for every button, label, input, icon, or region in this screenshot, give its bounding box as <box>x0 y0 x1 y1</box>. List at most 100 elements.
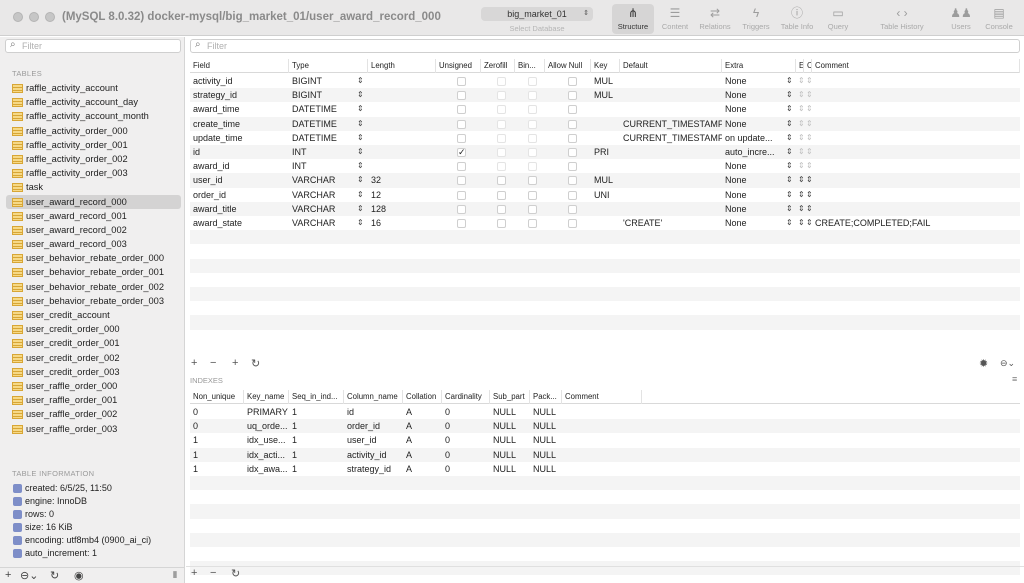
allow-null-checkbox[interactable] <box>568 105 577 115</box>
more-options-icon[interactable]: ⊖⌄ <box>20 569 38 582</box>
index-cell[interactable]: A <box>403 462 442 476</box>
extra-stepper-icon[interactable]: ⇕ <box>786 102 793 116</box>
field-length[interactable] <box>368 117 436 131</box>
index-cell[interactable]: idx_acti... <box>244 448 289 462</box>
refresh-icon[interactable]: ↻ <box>251 357 260 370</box>
sidebar-item-table[interactable]: user_award_record_002 <box>6 223 181 237</box>
index-cell[interactable]: uq_orde... <box>244 419 289 433</box>
toolbar-content-button[interactable]: ☰ Content <box>657 4 693 34</box>
collation-stepper-icon[interactable]: ⇕ <box>806 117 813 131</box>
index-cell[interactable]: NULL <box>530 448 562 462</box>
encoding-stepper-icon[interactable]: ⇕ <box>798 117 805 131</box>
add-index-button[interactable]: + <box>191 567 197 579</box>
binary-checkbox[interactable] <box>528 176 537 186</box>
type-stepper-icon[interactable]: ⇕ <box>357 102 364 116</box>
field-extra[interactable]: None <box>722 173 796 187</box>
zerofill-checkbox[interactable] <box>497 77 506 86</box>
encoding-stepper-icon[interactable]: ⇕ <box>798 145 805 159</box>
field-default[interactable]: CURRENT_TIMESTAMP <box>620 131 722 145</box>
field-field[interactable]: strategy_id <box>190 88 289 102</box>
column-header[interactable]: Zerofill <box>481 59 515 73</box>
zoom-window-button[interactable] <box>45 12 55 22</box>
column-header[interactable]: Allow Null <box>545 59 591 73</box>
field-default[interactable] <box>620 202 722 216</box>
index-cell[interactable]: 0 <box>190 419 244 433</box>
sidebar-item-table[interactable]: user_raffle_order_002 <box>6 407 181 421</box>
toolbar-table-info-button[interactable]: ⓘ Table Info <box>779 4 815 34</box>
index-cell[interactable]: 1 <box>190 448 244 462</box>
field-field[interactable]: activity_id <box>190 74 289 88</box>
zerofill-checkbox[interactable] <box>497 219 506 228</box>
field-key[interactable] <box>591 131 620 145</box>
field-key[interactable] <box>591 102 620 116</box>
index-cell[interactable]: NULL <box>530 462 562 476</box>
column-header[interactable]: Bin... <box>515 59 545 73</box>
zerofill-checkbox[interactable] <box>497 162 506 172</box>
field-field[interactable]: award_state <box>190 216 289 230</box>
column-header[interactable]: Length <box>368 59 436 73</box>
field-comment[interactable] <box>812 173 1020 187</box>
index-column-header[interactable]: Key_name <box>244 390 289 404</box>
zerofill-checkbox[interactable] <box>497 91 506 101</box>
index-column-header[interactable]: Cardinality <box>442 390 490 404</box>
column-header[interactable]: Type <box>289 59 368 73</box>
index-cell[interactable]: A <box>403 433 442 447</box>
table-row[interactable]: order_id VARCHAR 12 UNI None ⇕ ⇕ ⇕ ⇕ <box>190 188 1020 202</box>
binary-checkbox[interactable] <box>528 204 537 214</box>
field-default[interactable] <box>620 74 722 88</box>
type-stepper-icon[interactable]: ⇕ <box>357 131 364 145</box>
index-cell[interactable]: user_id <box>344 433 403 447</box>
index-cell[interactable]: 0 <box>442 433 490 447</box>
binary-checkbox[interactable] <box>528 119 537 129</box>
encoding-stepper-icon[interactable]: ⇕ <box>798 74 805 88</box>
field-field[interactable]: award_id <box>190 159 289 173</box>
index-row[interactable]: 0 PRIMARY 1 id A 0 NULL NULL <box>190 405 1020 419</box>
refresh-icon[interactable]: ↻ <box>50 569 59 582</box>
binary-checkbox[interactable] <box>528 148 537 157</box>
field-extra[interactable]: None <box>722 202 796 216</box>
index-cell[interactable]: 0 <box>442 462 490 476</box>
collation-stepper-icon[interactable]: ⇕ <box>806 74 813 88</box>
column-header[interactable]: Field <box>190 59 289 73</box>
sidebar-item-table[interactable]: user_behavior_rebate_order_003 <box>6 294 181 308</box>
encoding-stepper-icon[interactable]: ⇕ <box>798 173 805 187</box>
table-row[interactable]: award_state VARCHAR 16 'CREATE' None CREATE;C… <box>190 216 1020 230</box>
extra-stepper-icon[interactable]: ⇕ <box>786 117 793 131</box>
sidebar-item-table[interactable]: raffle_activity_account_month <box>6 109 181 123</box>
index-cell[interactable]: 1 <box>190 433 244 447</box>
type-stepper-icon[interactable]: ⇕ <box>357 117 364 131</box>
column-header[interactable]: Unsigned <box>436 59 481 73</box>
sidebar-item-table[interactable]: user_raffle_order_000 <box>6 379 181 393</box>
index-cell[interactable]: 1 <box>190 462 244 476</box>
field-default[interactable]: 'CREATE' <box>620 216 722 230</box>
close-window-button[interactable] <box>13 12 23 22</box>
field-default[interactable] <box>620 173 722 187</box>
field-field[interactable]: user_id <box>190 173 289 187</box>
index-cell[interactable] <box>562 448 642 462</box>
field-field[interactable]: id <box>190 145 289 159</box>
allow-null-checkbox[interactable] <box>568 176 577 186</box>
index-cell[interactable]: idx_awa... <box>244 462 289 476</box>
extra-stepper-icon[interactable]: ⇕ <box>786 216 793 230</box>
index-cell[interactable]: 1 <box>289 405 344 419</box>
index-cell[interactable]: 1 <box>289 419 344 433</box>
eye-icon[interactable]: ◉ <box>74 569 84 582</box>
extra-stepper-icon[interactable]: ⇕ <box>786 145 793 159</box>
field-default[interactable] <box>620 88 722 102</box>
index-column-header[interactable]: Column_name <box>344 390 403 404</box>
field-length[interactable]: 16 <box>368 216 436 230</box>
index-cell[interactable]: NULL <box>490 419 530 433</box>
column-header[interactable]: Default <box>620 59 722 73</box>
index-column-header[interactable]: Pack... <box>530 390 562 404</box>
table-row[interactable]: id INT PRI auto_incre... ⇕ ⇕ ⇕ ⇕ ✓ <box>190 145 1020 160</box>
binary-checkbox[interactable] <box>528 219 537 228</box>
toolbar-console-button[interactable]: ▤ Console <box>982 4 1016 34</box>
field-key[interactable]: PRI <box>591 145 620 159</box>
sidebar-item-table[interactable]: raffle_activity_order_000 <box>6 124 181 138</box>
toolbar-triggers-button[interactable]: ϟ Triggers <box>738 4 774 34</box>
field-comment[interactable] <box>812 188 1020 202</box>
encoding-stepper-icon[interactable]: ⇕ <box>798 131 805 145</box>
field-key[interactable]: MUL <box>591 173 620 187</box>
type-stepper-icon[interactable]: ⇕ <box>357 159 364 173</box>
index-cell[interactable]: PRIMARY <box>244 405 289 419</box>
